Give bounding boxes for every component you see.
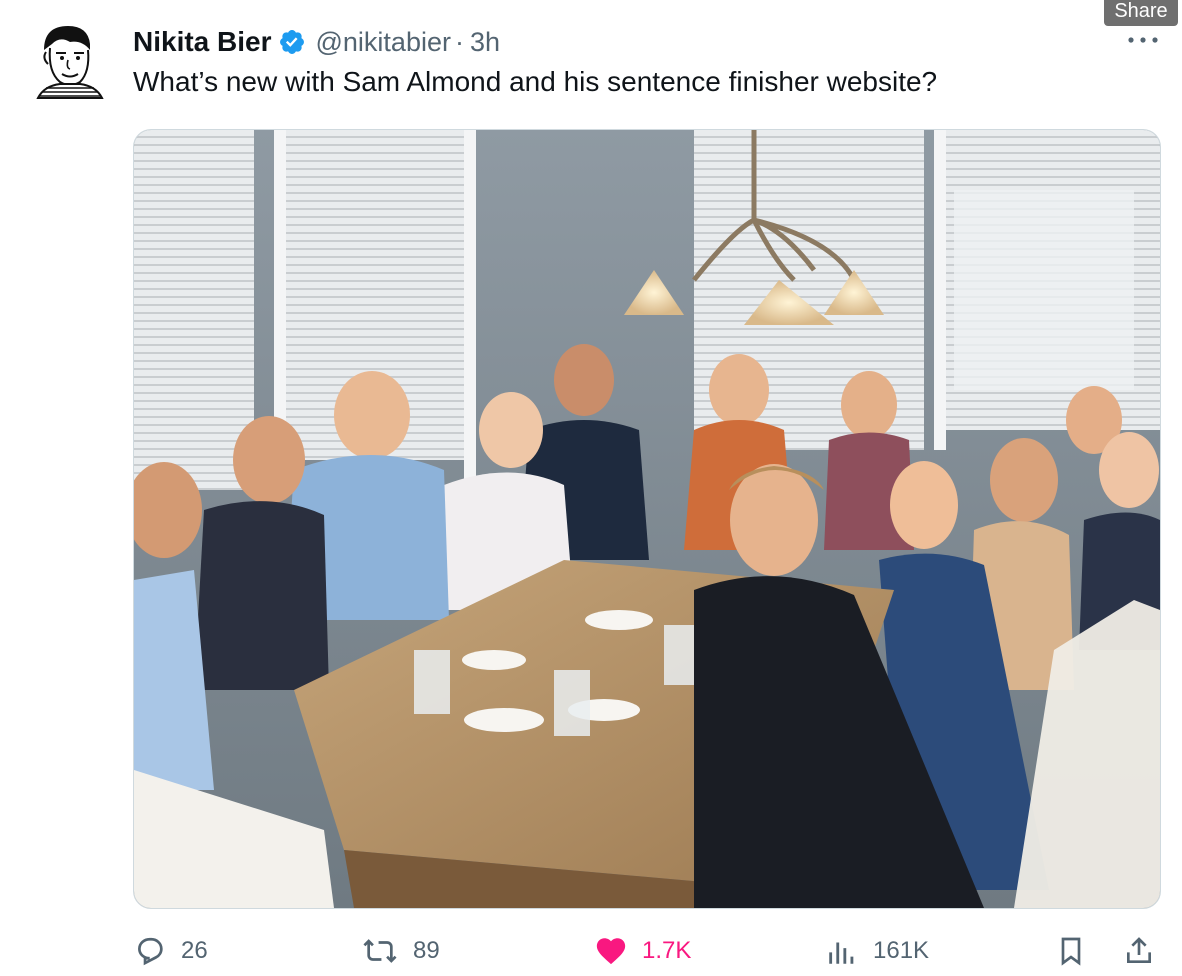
share-icon xyxy=(1127,937,1151,963)
bookmark-button[interactable] xyxy=(1055,926,1087,976)
share-button[interactable] xyxy=(1123,926,1155,976)
more-options-button[interactable] xyxy=(1126,28,1160,48)
like-count: 1.7K xyxy=(642,937,692,964)
views-button[interactable]: 161K xyxy=(825,926,929,976)
more-horizontal-icon xyxy=(1128,37,1158,43)
reply-count: 26 xyxy=(181,937,208,964)
repost-count: 89 xyxy=(413,937,440,964)
author-name[interactable]: Nikita Bier xyxy=(133,26,272,58)
heart-icon xyxy=(596,938,626,965)
bookmark-icon xyxy=(1061,937,1081,966)
repost-button[interactable]: 89 xyxy=(361,926,440,976)
reply-button[interactable]: 26 xyxy=(133,926,208,976)
tweet-header: Nikita Bier @nikitabier · 3h xyxy=(133,24,500,60)
repost-icon xyxy=(363,939,397,963)
views-icon xyxy=(829,942,854,964)
author-handle[interactable]: @nikitabier xyxy=(316,27,451,58)
separator-dot: · xyxy=(454,26,464,57)
reply-icon xyxy=(138,937,163,966)
tweet-photo[interactable] xyxy=(133,129,1161,909)
timestamp[interactable]: 3h xyxy=(470,27,500,58)
tweet-actions: 26 89 1.7K 161K xyxy=(133,926,1163,976)
tweet-text: What’s new with Sam Almond and his sente… xyxy=(133,66,938,97)
avatar[interactable] xyxy=(30,20,108,100)
share-overlay-button[interactable]: Share xyxy=(1104,0,1178,26)
like-button[interactable]: 1.7K xyxy=(594,926,691,976)
verified-badge-icon xyxy=(279,30,304,54)
views-count: 161K xyxy=(873,937,930,964)
